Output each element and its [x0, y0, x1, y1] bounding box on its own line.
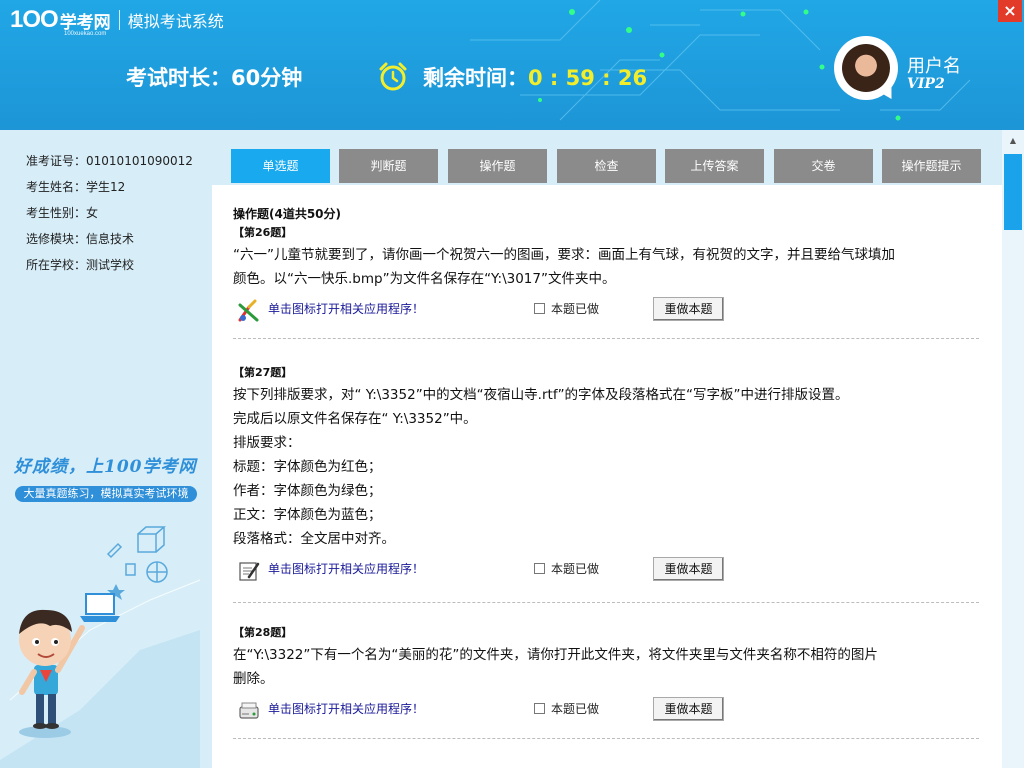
info-label: 准考证号： [26, 154, 87, 168]
system-title: 模拟考试系统 [127, 12, 224, 31]
question-divider [233, 738, 979, 739]
main-panel: 单选题 判断题 操作题 检查 上传答案 交卷 操作题提示 操作题(4道共50分)… [212, 130, 1002, 768]
exam-duration: 考试时长：60分钟 [126, 66, 303, 90]
tab-true-false[interactable]: 判断题 [339, 149, 438, 183]
paint-icon[interactable] [237, 299, 261, 323]
done-checkbox[interactable] [534, 703, 545, 714]
info-exam-number: 准考证号：01010101090012 [26, 152, 193, 169]
question-footer: 单击图标打开相关应用程序！ 本题已做 重做本题 [233, 557, 988, 587]
done-checkbox[interactable] [534, 303, 545, 314]
drive-icon[interactable] [237, 699, 261, 723]
redo-button[interactable]: 重做本题 [653, 297, 724, 321]
question-text-line: 正文：字体颜色为蓝色； [233, 507, 382, 523]
logo-domain: 100xuekao.com [64, 31, 107, 37]
tab-bar: 单选题 判断题 操作题 检查 上传答案 交卷 操作题提示 [212, 130, 1002, 185]
student-laptop-illustration [0, 526, 201, 768]
question-text-line: 作者：字体颜色为绿色； [233, 483, 382, 499]
logo-name: 学考网 [59, 12, 111, 33]
question-26: 【第26题】 “六一”儿童节就要到了，请你画一个祝贺六一的图画，要求：画面上有气… [233, 224, 988, 327]
tab-submit-exam[interactable]: 交卷 [774, 149, 873, 183]
info-value: 01010101090012 [86, 154, 193, 168]
info-label: 所在学校： [26, 258, 87, 272]
question-text-line: 删除。 [233, 671, 274, 687]
done-label: 本题已做 [551, 562, 600, 576]
question-number: 【第26题】 [233, 226, 293, 239]
logo-mark: 1OO [10, 6, 59, 33]
info-value: 信息技术 [86, 232, 135, 246]
slogan: 好成绩，上100学考网 [14, 457, 197, 477]
remaining-time-value: 0 : 59 : 26 [528, 66, 648, 90]
open-app-link[interactable]: 单击图标打开相关应用程序！ [268, 560, 424, 577]
info-label: 考生性别： [26, 206, 87, 220]
question-text-line: 按下列排版要求，对“ Y:\3352”中的文档“夜宿山寺.rtf”的字体及段落格… [233, 387, 849, 403]
section-title: 操作题(4道共50分) [233, 207, 342, 221]
open-app-link[interactable]: 单击图标打开相关应用程序！ [268, 700, 424, 717]
question-text-line: 排版要求： [233, 435, 301, 451]
info-label: 考生姓名： [26, 180, 87, 194]
redo-button[interactable]: 重做本题 [653, 557, 724, 581]
header-bar: 1OO 学考网 100xuekao.com 模拟考试系统 考试时长：60分钟 剩… [0, 0, 1024, 130]
remaining-time: 剩余时间：0 : 59 : 26 [423, 62, 647, 92]
question-28: 【第28题】 在“Y:\3322”下有一个名为“美丽的花”的文件夹，请你打开此文… [233, 624, 988, 727]
vertical-scrollbar[interactable]: ▲ [1002, 130, 1024, 768]
question-text-line: 段落格式：全文居中对齐。 [233, 531, 395, 547]
question-divider [233, 602, 979, 603]
question-footer: 单击图标打开相关应用程序！ 本题已做 重做本题 [233, 697, 988, 727]
avatar [842, 44, 890, 92]
done-label: 本题已做 [551, 302, 600, 316]
logo: 1OO 学考网 100xuekao.com 模拟考试系统 [10, 6, 224, 37]
tab-check[interactable]: 检查 [557, 149, 656, 183]
close-button[interactable]: × [998, 0, 1022, 22]
scroll-thumb[interactable] [1004, 154, 1022, 230]
question-number: 【第28题】 [233, 626, 293, 639]
tab-single-choice[interactable]: 单选题 [231, 149, 330, 183]
scroll-up-arrow-icon[interactable]: ▲ [1002, 130, 1024, 152]
logo-separator [118, 10, 120, 30]
question-number: 【第27题】 [233, 366, 293, 379]
username: 用户名 [907, 56, 961, 77]
slogan-subtitle: 大量真题练习，模拟真实考试环境 [15, 486, 197, 502]
info-student-name: 考生姓名：学生12 [26, 178, 125, 195]
question-text-line: 完成后以原文件名保存在“ Y:\3352”中。 [233, 411, 477, 427]
remaining-time-label: 剩余时间： [423, 66, 528, 90]
info-module: 选修模块：信息技术 [26, 230, 134, 247]
vip-level: VIP2 [907, 76, 945, 92]
done-label: 本题已做 [551, 702, 600, 716]
question-27: 【第27题】 按下列排版要求，对“ Y:\3352”中的文档“夜宿山寺.rtf”… [233, 364, 988, 587]
open-app-link[interactable]: 单击图标打开相关应用程序！ [268, 300, 424, 317]
question-divider [233, 338, 979, 339]
info-value: 学生12 [86, 180, 126, 194]
tab-upload-answer[interactable]: 上传答案 [665, 149, 764, 183]
question-text-line: 标题：字体颜色为红色； [233, 459, 382, 475]
redo-button[interactable]: 重做本题 [653, 697, 724, 721]
info-value: 测试学校 [86, 258, 135, 272]
done-checkbox[interactable] [534, 563, 545, 574]
question-text-line: 颜色。以“六一快乐.bmp”为文件名保存在“Y:\3017”文件夹中。 [233, 271, 616, 287]
question-text-line: “六一”儿童节就要到了，请你画一个祝贺六一的图画，要求：画面上有气球，有祝贺的文… [233, 247, 895, 263]
tab-operation[interactable]: 操作题 [448, 149, 547, 183]
info-label: 选修模块： [26, 232, 87, 246]
alarm-clock-icon [379, 62, 407, 91]
question-footer: 单击图标打开相关应用程序！ 本题已做 重做本题 [233, 297, 988, 327]
tab-operation-hint[interactable]: 操作题提示 [882, 149, 981, 183]
info-school: 所在学校：测试学校 [26, 256, 134, 273]
sidebar: 准考证号：01010101090012 考生姓名：学生12 考生性别：女 选修模… [0, 130, 212, 768]
wordpad-icon[interactable] [237, 559, 261, 583]
question-text-line: 在“Y:\3322”下有一个名为“美丽的花”的文件夹，请你打开此文件夹，将文件夹… [233, 647, 878, 663]
info-gender: 考生性别：女 [26, 204, 98, 221]
info-value: 女 [86, 206, 99, 220]
